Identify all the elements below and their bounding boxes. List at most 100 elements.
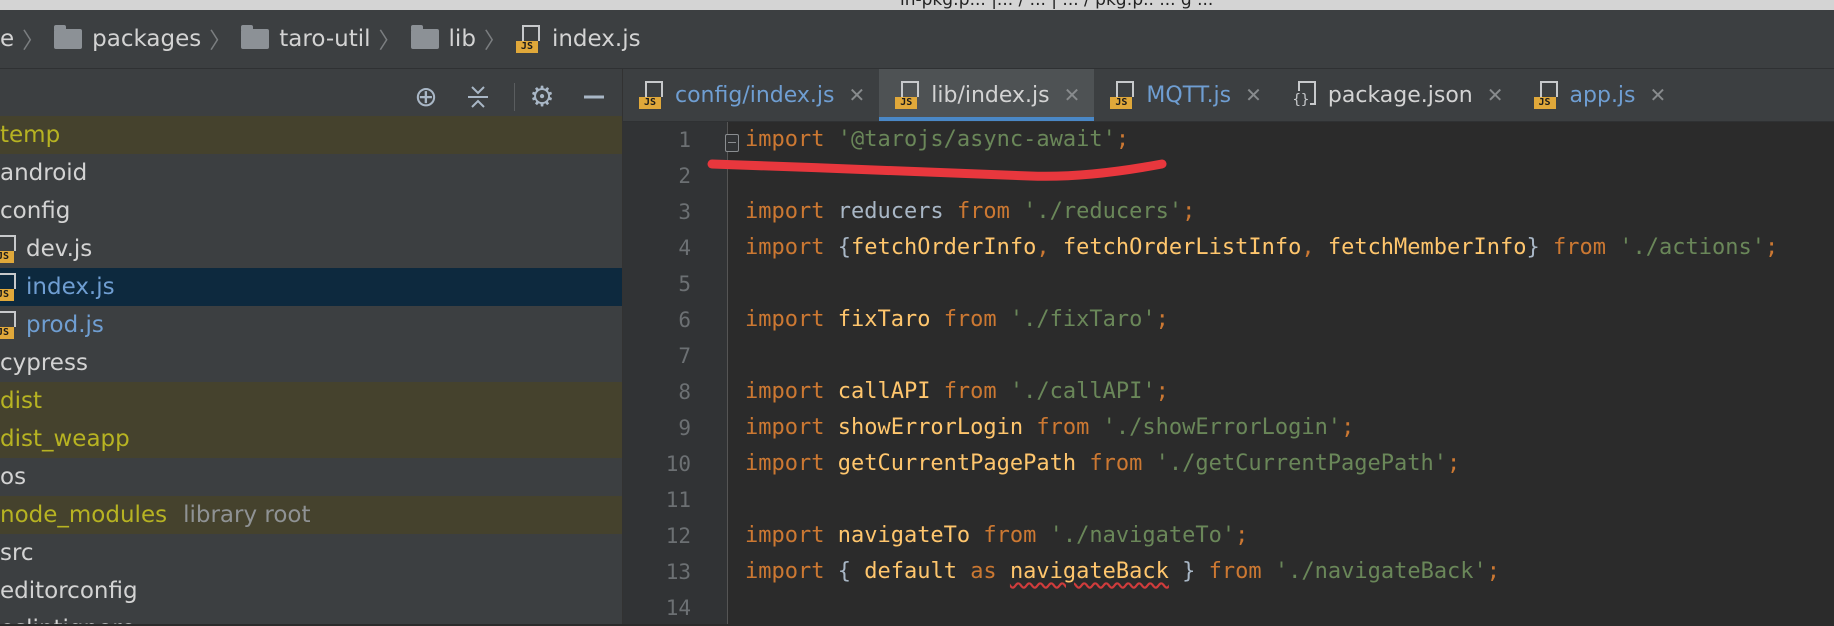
editor-tab[interactable]: JS app.js ✕ bbox=[1518, 69, 1681, 121]
code-token: import bbox=[745, 235, 838, 260]
editor-tab[interactable]: JS lib/index.js ✕ bbox=[879, 69, 1095, 121]
code-line[interactable] bbox=[745, 338, 1834, 374]
line-number: 10 bbox=[665, 452, 691, 476]
breadcrumb-separator-icon: 〉 bbox=[378, 29, 401, 54]
code-token: './callAPI' bbox=[1009, 379, 1156, 404]
hide-icon[interactable] bbox=[578, 81, 610, 113]
code-token: { bbox=[837, 559, 865, 584]
code-line[interactable]: import showErrorLogin from './showErrorL… bbox=[745, 410, 1834, 446]
code-token: getCurrentPagePath bbox=[837, 451, 1090, 476]
close-icon[interactable]: ✕ bbox=[849, 83, 866, 107]
tree-item[interactable]: config bbox=[0, 192, 622, 230]
code-token: from bbox=[956, 199, 1024, 224]
code-token: } bbox=[1526, 235, 1554, 260]
tree-item[interactable]: src bbox=[0, 534, 622, 572]
code-token: ; bbox=[1182, 199, 1196, 224]
breadcrumb-separator-icon: 〉 bbox=[209, 29, 232, 54]
line-number: 14 bbox=[665, 596, 691, 620]
folder-icon bbox=[54, 25, 83, 49]
tree-item-extra: library root bbox=[183, 502, 311, 528]
breadcrumb-label: lib bbox=[448, 26, 476, 52]
tree-item-label: os bbox=[0, 464, 27, 490]
tree-item[interactable]: cypress bbox=[0, 344, 622, 382]
close-icon[interactable]: ✕ bbox=[1487, 83, 1504, 107]
code-line[interactable]: import callAPI from './callAPI'; bbox=[745, 374, 1834, 410]
code-line[interactable]: import fixTaro from './fixTaro'; bbox=[745, 302, 1834, 338]
tree-item[interactable]: JS dev.js bbox=[0, 230, 622, 268]
code-token: callAPI bbox=[837, 379, 944, 404]
code-token: from bbox=[943, 307, 1010, 332]
close-icon[interactable]: ✕ bbox=[1064, 83, 1081, 107]
code-lines[interactable]: import '@tarojs/async-await'; import redu… bbox=[745, 122, 1834, 626]
code-token: { bbox=[837, 235, 851, 260]
gear-icon[interactable]: ⚙ bbox=[526, 81, 558, 113]
code-token: from bbox=[1089, 451, 1156, 476]
editor-tab-label: lib/index.js bbox=[931, 82, 1050, 108]
code-line[interactable]: import getCurrentPagePath from './getCur… bbox=[745, 446, 1834, 482]
editor-tab[interactable]: {} package.json ✕ bbox=[1276, 69, 1518, 121]
close-icon[interactable]: ✕ bbox=[1245, 83, 1262, 107]
editor-tab[interactable]: JS MQTT.js ✕ bbox=[1094, 69, 1276, 121]
editor-tab[interactable]: JS config/index.js ✕ bbox=[623, 69, 879, 121]
editor-tab-label: package.json bbox=[1327, 82, 1473, 108]
code-token: navigateBack bbox=[1009, 559, 1169, 584]
json-file-icon: {} bbox=[1291, 81, 1318, 109]
fold-icon[interactable] bbox=[725, 134, 739, 152]
tree-item[interactable]: JS index.js bbox=[0, 268, 622, 306]
line-number: 13 bbox=[665, 560, 691, 584]
breadcrumb-item[interactable]: packages 〉 bbox=[54, 10, 241, 68]
tree-item[interactable]: os bbox=[0, 458, 622, 496]
js-file-icon: JS bbox=[1110, 81, 1136, 109]
code-token: './getCurrentPagePath' bbox=[1155, 451, 1448, 476]
tree-item[interactable]: JS prod.js bbox=[0, 306, 622, 344]
tree-item[interactable]: temp bbox=[0, 116, 622, 154]
tree-item-label: src bbox=[0, 540, 34, 566]
breadcrumb: e 〉 packages 〉 taro-util 〉 lib 〉 JS index.js bbox=[0, 10, 1834, 69]
code-line[interactable] bbox=[745, 590, 1834, 626]
code-token: fetchOrderInfo bbox=[850, 235, 1037, 260]
code-token: import bbox=[745, 379, 838, 404]
js-file-icon: JS bbox=[1533, 81, 1560, 109]
code-line[interactable]: import '@tarojs/async-await'; bbox=[745, 122, 1834, 158]
code-token: import bbox=[745, 523, 838, 548]
code-token: import bbox=[745, 127, 838, 152]
code-token: import bbox=[745, 415, 838, 440]
code-line[interactable] bbox=[745, 158, 1834, 194]
collapse-all-icon[interactable] bbox=[462, 81, 494, 113]
code-line[interactable] bbox=[745, 266, 1834, 302]
code-line[interactable]: import {fetchOrderInfo, fetchOrderListIn… bbox=[745, 230, 1834, 266]
breadcrumb-item[interactable]: JS index.js bbox=[515, 10, 641, 68]
project-tree: temp android config JS dev.js JS index.js JS pro… bbox=[0, 116, 622, 624]
code-token: ; bbox=[1764, 235, 1779, 260]
tree-item[interactable]: eslintignore bbox=[0, 610, 622, 624]
tree-item[interactable]: android bbox=[0, 154, 622, 192]
code-line[interactable] bbox=[745, 482, 1834, 518]
code-token: './fixTaro' bbox=[1009, 307, 1156, 332]
breadcrumb-label: index.js bbox=[551, 26, 641, 52]
tree-item[interactable]: node_modules library root bbox=[0, 496, 622, 534]
code-token: from bbox=[983, 523, 1050, 548]
code-area[interactable]: 1 2 3 4 5 6 7 8 9 10 11 12 13 14 import '@tarojs/asyn… bbox=[623, 122, 1834, 624]
locate-icon[interactable]: ⊕ bbox=[410, 81, 442, 113]
code-token: import bbox=[745, 199, 838, 224]
close-icon[interactable]: ✕ bbox=[1650, 83, 1667, 107]
code-line[interactable]: import navigateTo from './navigateTo'; bbox=[745, 518, 1834, 554]
breadcrumb-item[interactable]: lib 〉 bbox=[410, 10, 516, 68]
code-token: import bbox=[745, 451, 838, 476]
tree-item-label: temp bbox=[0, 122, 61, 148]
line-number: 1 bbox=[678, 128, 691, 152]
code-line[interactable]: import { default as navigateBack } from … bbox=[745, 554, 1834, 590]
code-token: from bbox=[1036, 415, 1103, 440]
breadcrumb-item[interactable]: e 〉 bbox=[0, 10, 54, 68]
code-token: from bbox=[943, 379, 1010, 404]
tree-item[interactable]: editorconfig bbox=[0, 572, 622, 610]
breadcrumb-item[interactable]: taro-util 〉 bbox=[241, 10, 410, 68]
code-token: import bbox=[745, 559, 838, 584]
code-token: ; bbox=[1155, 307, 1169, 332]
code-line[interactable]: import reducers from './reducers'; bbox=[745, 194, 1834, 230]
line-number: 3 bbox=[678, 200, 691, 224]
tree-item[interactable]: dist bbox=[0, 382, 622, 420]
code-token: './showErrorLogin' bbox=[1102, 415, 1342, 440]
code-token: navigateTo bbox=[837, 523, 984, 548]
tree-item[interactable]: dist_weapp bbox=[0, 420, 622, 458]
